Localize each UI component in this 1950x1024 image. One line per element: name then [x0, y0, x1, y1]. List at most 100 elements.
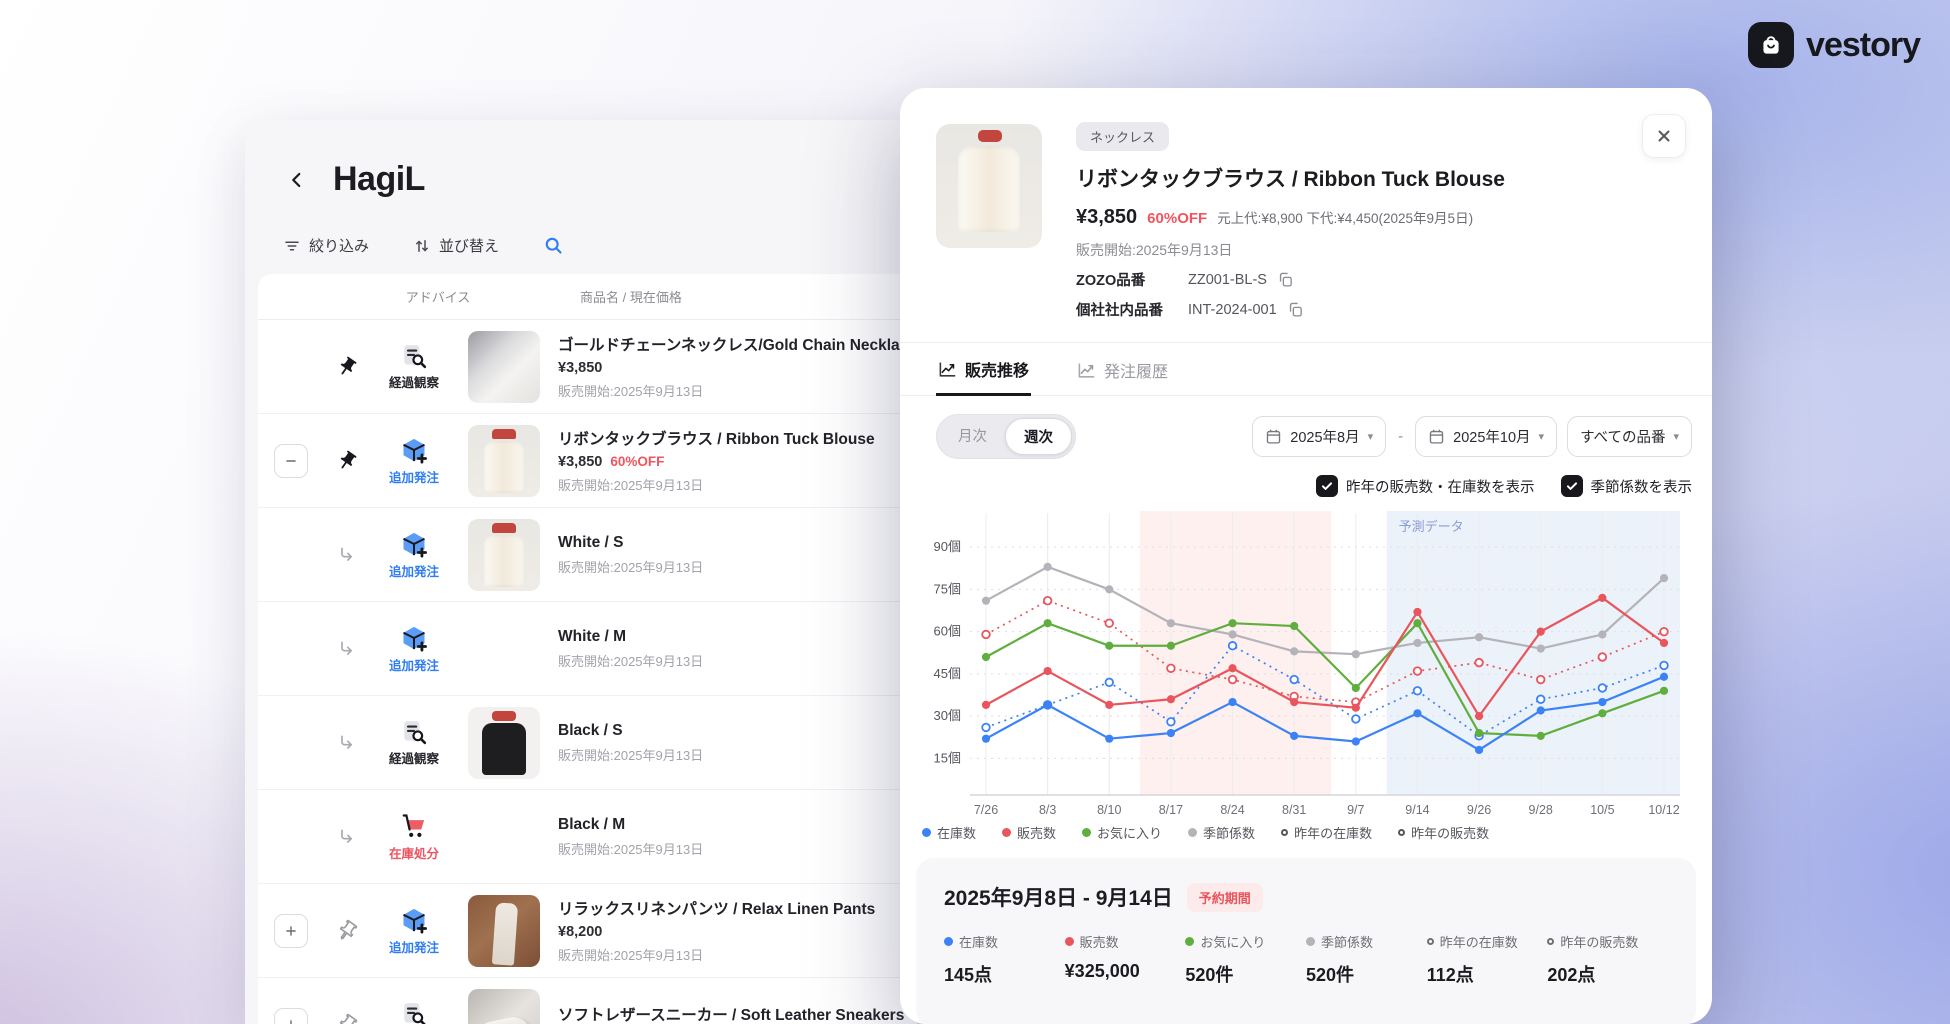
table-row[interactable]: 追加発注 リボンタックブラウス / Ribbon Tuck Blouse ¥3,…: [258, 414, 917, 508]
legend-dot: [1002, 828, 1011, 837]
advice-watch: 経過観察: [370, 1001, 458, 1024]
child-arrow-icon: [324, 639, 370, 659]
sale-start-date: 販売開始:2025年9月13日: [558, 745, 917, 764]
pin-icon[interactable]: [324, 356, 370, 378]
table-row[interactable]: 追加発注 White / M 販売開始:2025年9月13日: [258, 602, 917, 696]
internal-code-value: INT-2024-001: [1188, 302, 1277, 318]
advice-reorder: 追加発注: [370, 624, 458, 674]
watch-icon: [401, 343, 427, 369]
svg-text:8/10: 8/10: [1097, 803, 1121, 817]
pin-icon[interactable]: [324, 450, 370, 472]
checkbox-last-year[interactable]: 昨年の販売数・在庫数を表示: [1316, 475, 1535, 497]
chevron-down-icon: ▾: [1368, 430, 1374, 443]
close-button[interactable]: [1642, 114, 1686, 158]
svg-text:予測データ: 予測データ: [1399, 519, 1464, 534]
legend-ring: [1398, 829, 1405, 836]
advice-reorder: 追加発注: [370, 906, 458, 956]
chevron-down-icon: ▾: [1673, 430, 1679, 443]
watch-icon: [401, 719, 427, 745]
variant-title: Black / M: [558, 816, 917, 834]
product-title: ゴールドチェーンネックレス/Gold Chain Necklace: [558, 333, 917, 355]
advice-clearance: 在庫処分: [370, 812, 458, 862]
column-header-advice: アドバイス: [258, 287, 508, 306]
toggle-monthly[interactable]: 月次: [940, 418, 1005, 455]
logo-wordmark: vestory: [1806, 26, 1920, 65]
table-row[interactable]: 追加発注 White / S 販売開始:2025年9月13日: [258, 508, 917, 602]
price-note: 元上代:¥8,900 下代:¥4,450(2025年9月5日): [1217, 207, 1473, 227]
variant-title: White / S: [558, 534, 917, 552]
product-thumbnail: [468, 425, 540, 497]
product-thumbnail: [468, 707, 540, 779]
svg-text:9/7: 9/7: [1347, 803, 1364, 817]
product-thumbnail: [468, 989, 540, 1024]
trend-chart-icon: [1077, 361, 1096, 380]
column-header-name: 商品名 / 現在価格: [508, 287, 682, 306]
svg-text:10/12: 10/12: [1648, 803, 1679, 817]
modal-product-title: リボンタックブラウス / Ribbon Tuck Blouse: [1076, 163, 1676, 193]
advice-reorder: 追加発注: [370, 530, 458, 580]
stat-dot: [1306, 937, 1315, 946]
sales-trend-chart: 15個30個45個60個75個90個7/268/38/108/178/248/3…: [916, 503, 1698, 821]
sort-button[interactable]: 並び替え: [413, 235, 499, 256]
stat-ring: [1427, 938, 1434, 945]
table-row[interactable]: 経過観察 ゴールドチェーンネックレス/Gold Chain Necklace ¥…: [258, 320, 917, 414]
zozo-code-label: ZOZO品番: [1076, 269, 1188, 290]
date-from-select[interactable]: 2025年8月 ▾: [1252, 416, 1386, 457]
legend-ring: [1281, 829, 1288, 836]
stat-dot: [944, 937, 953, 946]
copy-icon[interactable]: [1287, 301, 1304, 318]
date-to-select[interactable]: 2025年10月 ▾: [1415, 416, 1557, 457]
stats-period: 2025年9月8日 - 9月14日: [944, 882, 1173, 912]
svg-text:10/5: 10/5: [1590, 803, 1614, 817]
filter-button[interactable]: 絞り込み: [283, 235, 369, 256]
svg-text:9/26: 9/26: [1467, 803, 1491, 817]
product-title: ソフトレザースニーカー / Soft Leather Sneakers: [558, 1003, 917, 1024]
checkbox-checked-icon: [1316, 475, 1338, 497]
search-icon: [543, 235, 564, 256]
table-row[interactable]: 経過観察 Black / S 販売開始:2025年9月13日: [258, 696, 917, 790]
sale-start-date: 販売開始:2025年9月13日: [558, 475, 917, 494]
product-title: リボンタックブラウス / Ribbon Tuck Blouse: [558, 427, 917, 449]
expand-button[interactable]: [274, 914, 308, 948]
svg-text:8/3: 8/3: [1039, 803, 1056, 817]
svg-text:75個: 75個: [934, 581, 961, 596]
expand-button[interactable]: [274, 1008, 308, 1024]
child-arrow-icon: [324, 545, 370, 565]
svg-text:7/26: 7/26: [974, 803, 998, 817]
tab-order-history[interactable]: 発注履歴: [1075, 343, 1170, 395]
reorder-cube-icon: [400, 530, 428, 558]
watch-icon: [401, 1001, 427, 1024]
search-button[interactable]: [543, 235, 564, 256]
child-arrow-icon: [324, 733, 370, 753]
zozo-code-value: ZZ001-BL-S: [1188, 272, 1267, 288]
product-table: アドバイス 商品名 / 現在価格 経過観察 ゴールドチェーンネックレス/Gold…: [258, 274, 917, 1024]
current-price: ¥3,850: [1076, 206, 1137, 229]
table-row[interactable]: 在庫処分 Black / M 販売開始:2025年9月13日: [258, 790, 917, 884]
tab-sales-trend[interactable]: 販売推移: [936, 343, 1031, 396]
legend-dot: [922, 828, 931, 837]
svg-text:45個: 45個: [934, 666, 961, 681]
range-separator: -: [1396, 428, 1405, 445]
svg-text:8/31: 8/31: [1282, 803, 1306, 817]
clearance-cart-icon: [400, 812, 428, 840]
discount-badge: 60%OFF: [1147, 210, 1207, 227]
sale-start-date: 販売開始:2025年9月13日: [1076, 240, 1676, 260]
period-toggle: 月次 週次: [936, 414, 1076, 459]
category-badge: ネックレス: [1076, 122, 1169, 151]
sale-start-date: 販売開始:2025年9月13日: [558, 651, 917, 670]
sku-filter-select[interactable]: すべての品番 ▾: [1567, 416, 1692, 457]
table-row[interactable]: 追加発注 リラックスリネンパンツ / Relax Linen Pants ¥8,…: [258, 884, 917, 978]
advice-watch: 経過観察: [370, 343, 458, 391]
pin-outline-icon[interactable]: [324, 920, 370, 942]
table-row[interactable]: 経過観察 ソフトレザースニーカー / Soft Leather Sneakers…: [258, 978, 917, 1024]
toggle-weekly[interactable]: 週次: [1005, 418, 1072, 455]
reorder-cube-icon: [400, 624, 428, 652]
pin-outline-icon[interactable]: [324, 1014, 370, 1024]
filter-icon: [283, 237, 301, 255]
svg-text:60個: 60個: [934, 624, 961, 639]
collapse-button[interactable]: [274, 444, 308, 478]
checkbox-seasonal[interactable]: 季節係数を表示: [1561, 475, 1693, 497]
copy-icon[interactable]: [1277, 271, 1294, 288]
product-thumbnail: [468, 519, 540, 591]
back-button[interactable]: [283, 166, 311, 194]
